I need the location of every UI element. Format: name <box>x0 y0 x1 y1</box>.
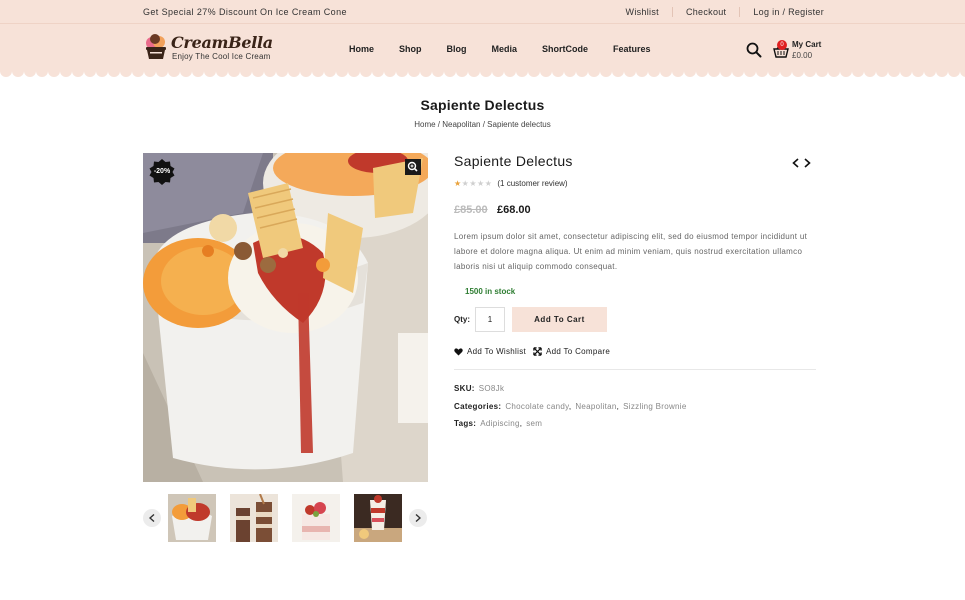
top-links: Wishlist Checkout Log in / Register <box>613 7 824 17</box>
tags-row: Tags: Adipiscing, sem <box>454 419 543 428</box>
sale-badge: -20% <box>149 159 175 185</box>
sku-value: SO8Jk <box>478 384 505 393</box>
product-pager <box>792 155 814 168</box>
star-empty-icon: ★ <box>469 179 478 188</box>
next-product-button[interactable] <box>804 155 811 173</box>
thumbnail-1[interactable] <box>168 494 216 542</box>
page-title: Sapiente Delectus <box>420 97 545 113</box>
nav-item-media[interactable]: Media <box>492 44 518 54</box>
tag-link-sem[interactable]: sem <box>526 419 542 428</box>
login-register-link[interactable]: Log in / Register <box>739 7 824 17</box>
add-to-cart-button[interactable]: Add To Cart <box>512 307 607 332</box>
zoom-button[interactable] <box>405 159 421 175</box>
star-filled-icon: ★ <box>454 179 462 188</box>
logo-name: CreamBella <box>171 33 273 52</box>
old-price: £85.00 <box>454 204 488 216</box>
nav-item-shop[interactable]: Shop <box>399 44 422 54</box>
mini-cart[interactable]: 0 My Cart £0.00 <box>773 40 833 64</box>
cart-count-badge: 0 <box>777 40 787 50</box>
breadcrumb-current: Sapiente delectus <box>487 120 551 129</box>
sku-label: SKU: <box>454 384 475 393</box>
star-rating-icons: ★★★★★ <box>454 179 492 188</box>
previous-product-button[interactable] <box>792 155 799 173</box>
add-to-wishlist-label: Add To Wishlist <box>467 347 527 356</box>
product-title: Sapiente Delectus <box>454 153 573 169</box>
chevron-right-icon <box>804 158 811 168</box>
main-nav: Home Shop Blog Media ShortCode Features <box>349 44 676 54</box>
nav-item-features[interactable]: Features <box>613 44 651 54</box>
product-main-image[interactable] <box>143 153 428 482</box>
add-to-compare-link[interactable]: Add To Compare <box>533 347 610 356</box>
category-link-chocolate-candy[interactable]: Chocolate candy <box>505 402 569 411</box>
ice-cream-cup-icon <box>146 34 166 59</box>
add-to-wishlist-link[interactable]: Add To Wishlist <box>454 347 526 356</box>
star-empty-icon: ★ <box>484 179 493 188</box>
product-rating: ★★★★★ (1 customer review) <box>454 179 568 188</box>
quantity-input[interactable] <box>475 307 505 332</box>
thumbnail-4[interactable] <box>354 494 402 542</box>
top-bar: Get Special 27% Discount On Ice Cream Co… <box>0 0 965 24</box>
cart-label: My Cart <box>792 40 822 49</box>
logo[interactable]: CreamBella Enjoy The Cool Ice Cream <box>144 32 274 64</box>
thumb-next-button[interactable] <box>409 509 427 527</box>
category-link-sizzling-brownie[interactable]: Sizzling Brownie <box>623 402 687 411</box>
thumb-prev-button[interactable] <box>143 509 161 527</box>
nav-item-home[interactable]: Home <box>349 44 374 54</box>
tags-label: Tags: <box>454 419 477 428</box>
zoom-icon <box>407 161 418 172</box>
cart-amount: £0.00 <box>792 51 813 60</box>
sale-price: £68.00 <box>497 204 531 216</box>
logo-tagline: Enjoy The Cool Ice Cream <box>172 52 271 61</box>
stock-status: 1500 in stock <box>465 287 516 296</box>
divider <box>454 369 816 370</box>
thumbnail-3[interactable] <box>292 494 340 542</box>
promo-text: Get Special 27% Discount On Ice Cream Co… <box>143 7 347 17</box>
nav-item-shortcode[interactable]: ShortCode <box>542 44 588 54</box>
chevron-left-icon <box>792 158 799 168</box>
chevron-right-icon <box>415 514 421 522</box>
checkout-link[interactable]: Checkout <box>671 7 739 17</box>
sku-row: SKU: SO8Jk <box>454 384 504 393</box>
chevron-left-icon <box>149 514 155 522</box>
customer-review-link[interactable]: (1 customer review) <box>497 179 567 188</box>
search-icon[interactable] <box>746 42 762 58</box>
categories-label: Categories: <box>454 402 502 411</box>
nav-item-blog[interactable]: Blog <box>447 44 467 54</box>
product-description: Lorem ipsum dolor sit amet, consectetur … <box>454 232 808 271</box>
breadcrumb: Home / Neapolitan / Sapiente delectus <box>414 120 551 129</box>
star-empty-icon: ★ <box>477 179 485 188</box>
heart-icon <box>454 347 463 356</box>
tag-link-adipiscing[interactable]: Adipiscing <box>480 419 519 428</box>
add-to-compare-label: Add To Compare <box>546 347 611 356</box>
compare-arrows-icon <box>533 347 542 356</box>
sale-badge-label: -20% <box>153 168 171 175</box>
header-scallop-edge <box>0 69 965 79</box>
qty-label: Qty: <box>454 315 470 324</box>
categories-row: Categories: Chocolate candy, Neapolitan, Si… <box>454 402 687 411</box>
breadcrumb-neapolitan[interactable]: Neapolitan <box>442 120 480 129</box>
thumbnail-2[interactable] <box>230 494 278 542</box>
breadcrumb-home[interactable]: Home <box>414 120 435 129</box>
category-link-neapolitan[interactable]: Neapolitan <box>575 402 616 411</box>
wishlist-link[interactable]: Wishlist <box>613 7 672 17</box>
